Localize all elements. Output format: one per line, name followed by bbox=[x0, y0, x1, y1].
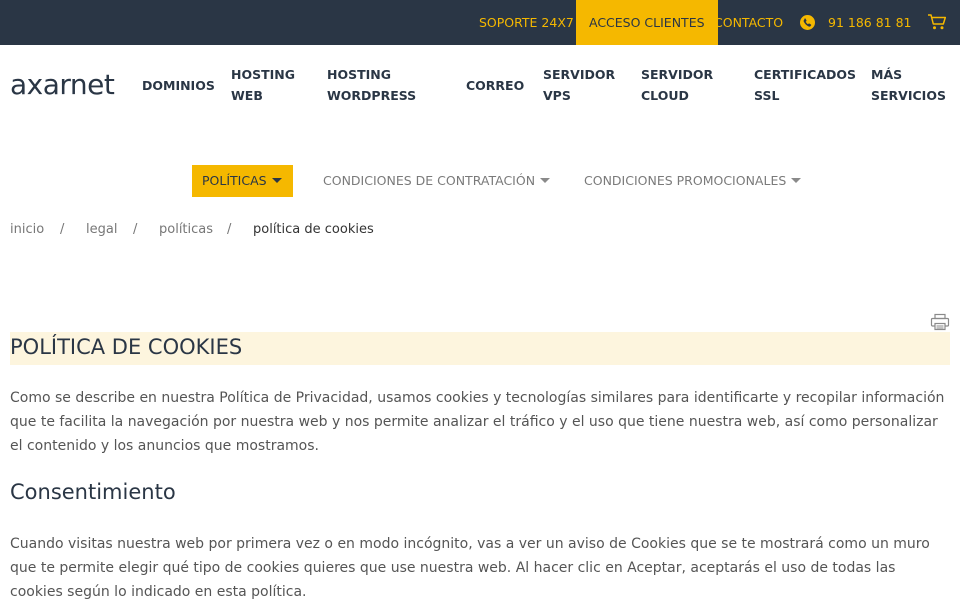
nav-web-hosting-line1: HOSTING bbox=[231, 67, 295, 82]
nav-email-label: CORREO bbox=[466, 78, 525, 93]
consent-heading: Consentimiento bbox=[10, 480, 176, 504]
subnav-contracting-conditions[interactable]: CONDICIONES DE CONTRATACIÓN bbox=[323, 165, 551, 197]
breadcrumb-legal[interactable]: legal bbox=[86, 222, 117, 237]
nav-more-services[interactable]: MÁS SERVICIOS bbox=[871, 64, 946, 106]
breadcrumb-current: política de cookies bbox=[253, 222, 374, 237]
subnav-policies-label: POLÍTICAS bbox=[202, 173, 267, 188]
logo[interactable]: axarnet bbox=[10, 68, 115, 101]
breadcrumb-home[interactable]: inicio bbox=[10, 222, 44, 237]
nav-vps-line2: VPS bbox=[543, 88, 571, 103]
phone-number-link[interactable]: 91 186 81 81 bbox=[828, 0, 912, 45]
nav-more-services-line2: SERVICIOS bbox=[871, 88, 946, 103]
nav-email[interactable]: CORREO bbox=[466, 75, 524, 96]
chevron-down-icon bbox=[791, 178, 802, 183]
top-bar: SOPORTE 24X7 ACCESO CLIENTES CONTACTO 91… bbox=[0, 0, 960, 45]
nav-cloud[interactable]: SERVIDOR CLOUD bbox=[641, 64, 713, 106]
cart-icon[interactable] bbox=[927, 13, 947, 35]
chevron-down-icon bbox=[540, 178, 551, 183]
nav-domains-label: DOMINIOS bbox=[142, 78, 215, 93]
breadcrumb-separator: / bbox=[133, 222, 138, 237]
nav-ssl[interactable]: CERTIFICADOS SSL bbox=[754, 64, 856, 106]
subnav-contracting-label: CONDICIONES DE CONTRATACIÓN bbox=[323, 173, 536, 188]
nav-vps-line1: SERVIDOR bbox=[543, 67, 616, 82]
nav-ssl-line2: SSL bbox=[754, 88, 780, 103]
subnav-policies[interactable]: POLÍTICAS bbox=[192, 165, 293, 197]
nav-web-hosting-line2: WEB bbox=[231, 88, 263, 103]
consent-paragraph: Cuando visitas nuestra web por primera v… bbox=[10, 536, 930, 600]
contact-link[interactable]: CONTACTO bbox=[714, 0, 783, 45]
chevron-down-icon bbox=[271, 178, 282, 183]
subnav-promotional-conditions[interactable]: CONDICIONES PROMOCIONALES bbox=[584, 165, 802, 197]
phone-icon bbox=[800, 15, 815, 30]
nav-wordpress-hosting-line1: HOSTING bbox=[327, 67, 391, 82]
subnav-promotional-label: CONDICIONES PROMOCIONALES bbox=[584, 173, 787, 188]
nav-web-hosting[interactable]: HOSTING WEB bbox=[231, 64, 295, 106]
nav-wordpress-hosting[interactable]: HOSTING WORDPRESS bbox=[327, 64, 416, 106]
nav-more-services-line1: MÁS bbox=[871, 67, 903, 82]
nav-cloud-line2: CLOUD bbox=[641, 88, 689, 103]
nav-domains[interactable]: DOMINIOS bbox=[142, 75, 215, 96]
nav-vps[interactable]: SERVIDOR VPS bbox=[543, 64, 615, 106]
page-title: POLÍTICA DE COOKIES bbox=[10, 335, 243, 359]
intro-paragraph: Como se describe en nuestra Política de … bbox=[10, 390, 945, 454]
breadcrumb-policies[interactable]: políticas bbox=[159, 222, 213, 237]
nav-cloud-line1: SERVIDOR bbox=[641, 67, 714, 82]
client-access-link[interactable]: ACCESO CLIENTES bbox=[576, 0, 718, 45]
support-link[interactable]: SOPORTE 24X7 bbox=[479, 0, 574, 45]
breadcrumb-separator: / bbox=[227, 222, 232, 237]
breadcrumb-separator: / bbox=[60, 222, 65, 237]
nav-ssl-line1: CERTIFICADOS bbox=[754, 67, 856, 82]
nav-wordpress-hosting-line2: WORDPRESS bbox=[327, 88, 417, 103]
